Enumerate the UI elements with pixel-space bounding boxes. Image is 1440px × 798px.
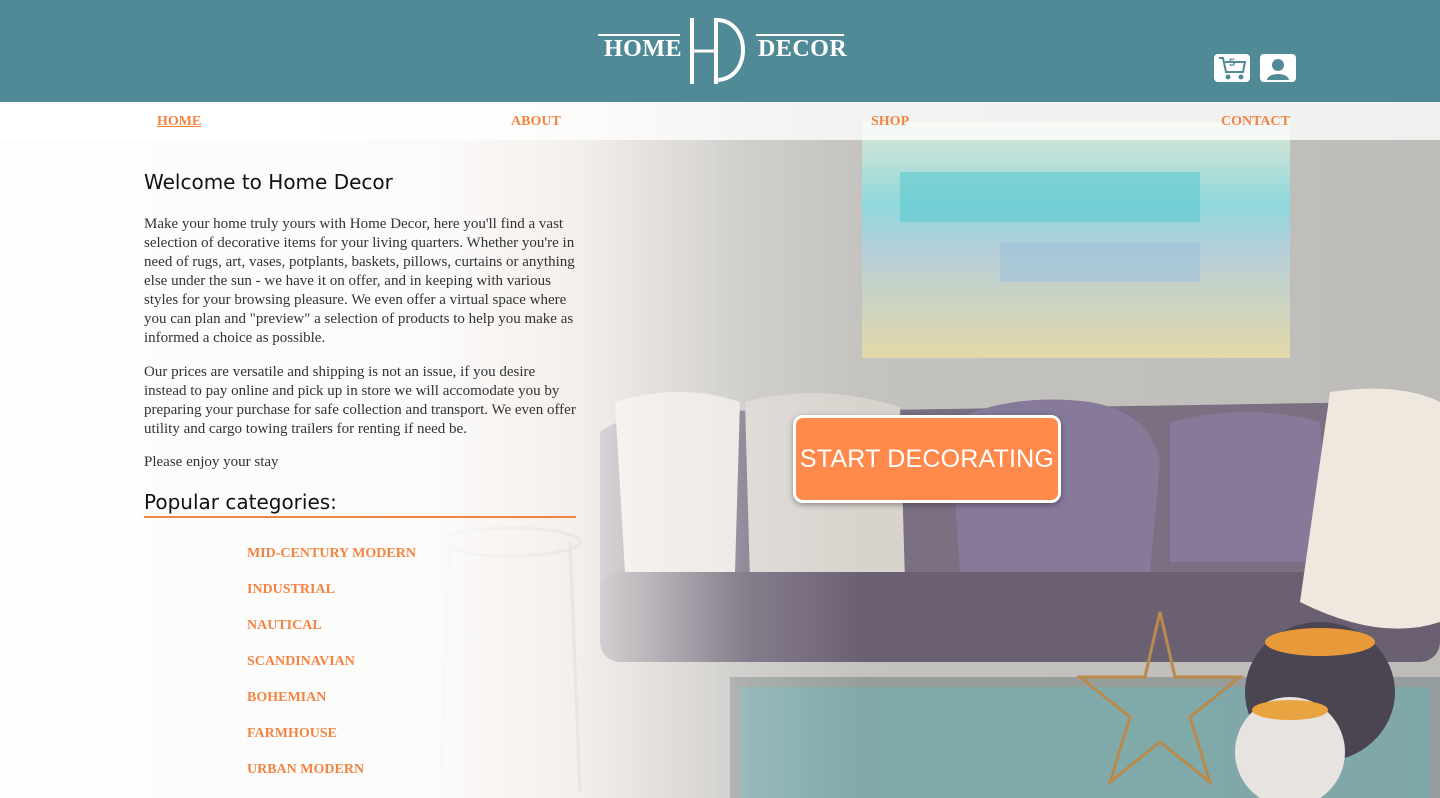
category-urban-modern[interactable]: URBAN MODERN [247,762,416,798]
category-scandinavian[interactable]: SCANDINAVIAN [247,654,416,690]
home-decor-logo[interactable]: HOME DECOR [598,14,848,86]
nav-shop[interactable]: SHOP [871,114,909,130]
popular-categories-title: Popular categories: [144,490,576,518]
logo-word-decor: DECOR [758,36,848,62]
user-icon [1267,59,1289,80]
start-decorating-button[interactable]: START DECORATING [793,415,1061,503]
category-industrial[interactable]: INDUSTRIAL [247,582,416,618]
nav-home[interactable]: HOME [157,114,201,130]
nav-about[interactable]: ABOUT [511,114,561,130]
category-nautical[interactable]: NAUTICAL [247,618,416,654]
welcome-paragraph-2: Our prices are versatile and shipping is… [144,364,576,437]
living-room-photo [0,102,1440,798]
category-mid-century-modern[interactable]: MID-CENTURY MODERN [247,546,416,582]
main-nav: HOME ABOUT SHOP CONTACT [0,102,1440,140]
category-list: MID-CENTURY MODERN INDUSTRIAL NAUTICAL S… [247,546,416,798]
cart-count-badge: 5 [1228,57,1236,69]
category-farmhouse[interactable]: FARMHOUSE [247,726,416,762]
welcome-title: Welcome to Home Decor [144,170,393,194]
account-button[interactable] [1260,54,1296,82]
welcome-paragraph-3: Please enjoy your stay [144,454,279,470]
hd-monogram-icon [690,18,745,84]
logo-word-home: HOME [604,36,682,62]
nav-contact[interactable]: CONTACT [1221,114,1290,130]
welcome-paragraph-1: Make your home truly yours with Home Dec… [144,216,575,346]
cart-button[interactable]: 5 [1214,54,1250,82]
hero-background-image [0,102,1440,798]
site-header: HOME DECOR 5 [0,0,1440,102]
category-bohemian[interactable]: BOHEMIAN [247,690,416,726]
